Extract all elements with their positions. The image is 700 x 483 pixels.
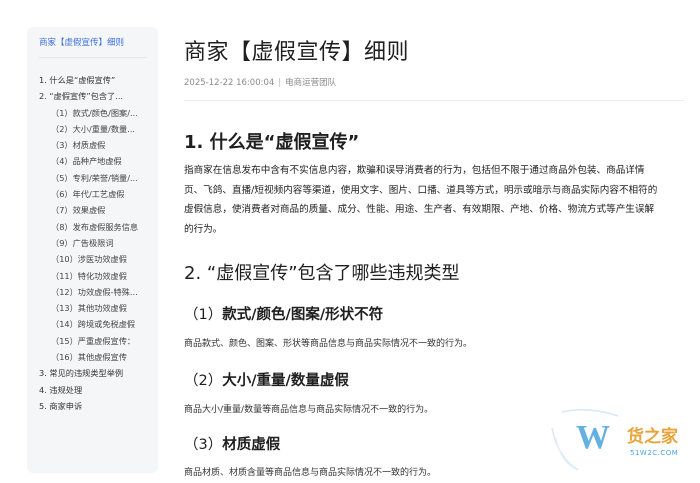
toc-item[interactable]: （13）其他功效虚假	[39, 300, 158, 316]
toc-item[interactable]: 4. 违规处理	[39, 382, 158, 398]
toc-item[interactable]: （3）材质虚假	[39, 137, 158, 153]
subsection-desc-3: 商品材质、材质含量等商品信息与商品实际情况不一致的行为。	[184, 468, 437, 478]
subsection-number: （2）	[184, 373, 223, 389]
meta-separator: |	[278, 78, 282, 88]
subsection-number: （3）	[184, 437, 223, 453]
subsection-heading-1: （1）款式/颜色/图案/形状不符	[184, 303, 383, 324]
subsection-desc-2: 商品大小/重量/数量等商品信息与商品实际情况不一致的行为。	[184, 405, 434, 415]
subsection-title: 材质虚假	[222, 437, 281, 453]
toc-item[interactable]: （4）品种产地虚假	[39, 153, 158, 169]
toc-item[interactable]: （9）广告极限词	[39, 235, 158, 251]
toc-item[interactable]: （12）功效虚假-特殊...	[39, 284, 158, 300]
author: 电商运营团队	[285, 78, 337, 88]
subsection-number: （1）	[184, 307, 223, 323]
section-heading-2: 2. “虚假宣传”包含了哪些违规类型	[184, 263, 460, 284]
toc-item[interactable]: （16）其他虚假宣传	[39, 349, 158, 365]
section-heading-1: 1. 什么是“虚假宣传”	[184, 132, 360, 153]
toc-item[interactable]: （8）发布虚假服务信息	[39, 219, 158, 235]
toc-item[interactable]: （10）涉医功效虚假	[39, 251, 158, 267]
subsection-heading-2: （2）大小/重量/数量虚假	[184, 369, 349, 390]
toc-item[interactable]: （11）特化功效虚假	[39, 268, 158, 284]
toc-item[interactable]: （6）年代/工艺虚假	[39, 186, 158, 202]
toc-item[interactable]: 3. 常见的违规类型举例	[39, 365, 158, 381]
toc-item[interactable]: 1. 什么是“虚假宣传”	[39, 72, 158, 88]
toc-item[interactable]: （5）专利/荣誉/销量/...	[39, 170, 158, 186]
subsection-title: 大小/重量/数量虚假	[222, 373, 349, 389]
toc-item[interactable]: （2）大小/重量/数量...	[39, 121, 158, 137]
watermark-text: 货之家	[627, 427, 678, 447]
toc-item[interactable]: （7）效果虚假	[39, 202, 158, 218]
table-of-contents: 商家【虚假宣传】细则 1. 什么是“虚假宣传” 2. “虚假宣传”包含了... （1…	[27, 27, 158, 473]
section-1-paragraph: 指商家在信息发布中含有不实信息内容，欺骗和误导消费者的行为，包括但不限于通过商品…	[184, 165, 658, 235]
subsection-title: 款式/颜色/图案/形状不符	[222, 307, 384, 323]
toc-title[interactable]: 商家【虚假宣传】细则	[39, 37, 146, 58]
toc-item[interactable]: 5. 商家申诉	[39, 398, 158, 414]
page-title: 商家【虚假宣传】细则	[184, 40, 410, 65]
subsection-heading-3: （3）材质虚假	[184, 433, 280, 454]
subsection-desc-1: 商品款式、颜色、图案、形状等商品信息与商品实际情况不一致的行为。	[184, 339, 473, 349]
toc-item[interactable]: （14）跨境或免税虚假	[39, 316, 158, 332]
article-meta: 2025-12-22 16:00:04 | 电商运营团队	[184, 76, 336, 88]
svg-text:W: W	[576, 419, 610, 456]
toc-item[interactable]: （15）严重虚假宣传：	[39, 333, 158, 349]
divider	[184, 100, 684, 101]
publish-date: 2025-12-22 16:00:04	[184, 78, 275, 88]
watermark-url: 51W2C.COM	[630, 449, 679, 457]
toc-list: 1. 什么是“虚假宣传” 2. “虚假宣传”包含了... （1）款式/颜色/图案/.…	[39, 72, 158, 414]
toc-item[interactable]: 2. “虚假宣传”包含了...	[39, 88, 158, 104]
toc-item[interactable]: （1）款式/颜色/图案/...	[39, 105, 158, 121]
